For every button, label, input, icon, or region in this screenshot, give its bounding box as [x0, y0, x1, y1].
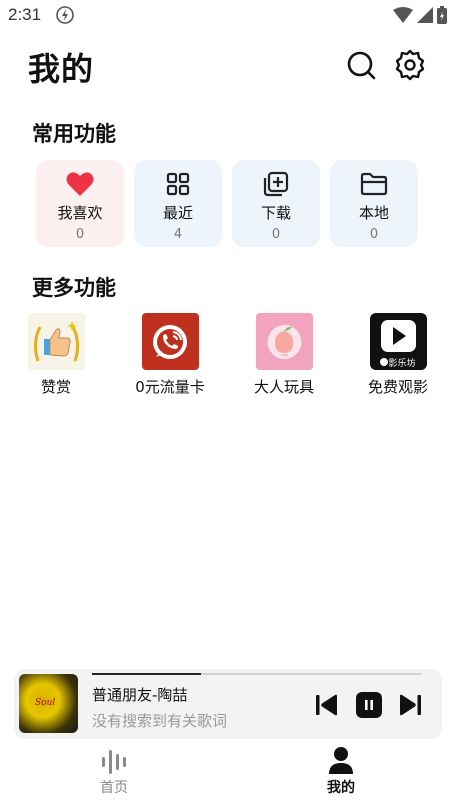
- user-icon: [329, 747, 353, 774]
- more-label: 免费观影: [367, 378, 428, 396]
- more-item-data-card[interactable]: 0元流量卡: [115, 313, 225, 397]
- svg-text:love: love: [281, 353, 287, 357]
- folder-icon: [360, 170, 388, 198]
- peach-icon: love: [255, 313, 313, 370]
- nav-home[interactable]: 首页: [74, 745, 154, 797]
- quick-label: 最近: [162, 204, 193, 222]
- pause-icon: [356, 692, 382, 718]
- lyric-status: 没有搜索到有关歌词: [92, 712, 228, 730]
- page-title: 我的: [28, 50, 95, 88]
- thumbs-up-icon: [27, 313, 85, 370]
- movie-badge: 影乐坊: [388, 359, 416, 369]
- battery-icon: [437, 6, 447, 24]
- quick-count: 0: [271, 227, 281, 242]
- quick-card-local[interactable]: 本地 0: [330, 160, 418, 247]
- quick-count: 0: [75, 227, 85, 242]
- quick-card-favorites[interactable]: 我喜欢 0: [36, 160, 124, 247]
- quick-label: 本地: [358, 204, 389, 222]
- next-button[interactable]: [397, 692, 423, 718]
- nav-mine[interactable]: 我的: [301, 745, 381, 797]
- more-label: 赞赏: [40, 378, 71, 396]
- status-bar: 2:31: [0, 0, 455, 30]
- quick-label: 我喜欢: [57, 204, 103, 222]
- more-item-movies[interactable]: 影乐坊 免费观影: [343, 313, 453, 397]
- cover-text: Soul: [35, 698, 56, 708]
- search-icon: [347, 51, 376, 80]
- song-title: 普通朋友-陶喆: [92, 686, 188, 704]
- status-time: 2:31: [8, 5, 42, 24]
- play-icon: 影乐坊: [369, 313, 427, 370]
- quick-count: 0: [369, 227, 379, 242]
- download-icon: [262, 170, 290, 198]
- bottom-nav: 首页 我的: [0, 745, 455, 808]
- bolt-icon: [56, 6, 74, 24]
- album-cover[interactable]: Soul: [19, 674, 78, 733]
- search-button[interactable]: [344, 48, 378, 82]
- phone-call-icon: [141, 313, 199, 370]
- more-section-title: 更多功能: [32, 276, 116, 300]
- more-item-toys[interactable]: love 大人玩具: [229, 313, 339, 397]
- pause-button[interactable]: [356, 692, 382, 718]
- settings-button[interactable]: [393, 48, 427, 82]
- previous-button[interactable]: [314, 692, 340, 718]
- wave-icon: [102, 750, 126, 774]
- quick-count: 4: [173, 227, 183, 242]
- status-icons: [393, 6, 447, 24]
- nav-label: 首页: [100, 780, 128, 796]
- signal-icon: [417, 7, 433, 23]
- gear-icon: [395, 49, 425, 81]
- common-functions: 我喜欢 0 最近 4 下载 0 本地 0: [36, 160, 418, 247]
- next-icon: [400, 694, 421, 716]
- quick-card-recent[interactable]: 最近 4: [134, 160, 222, 247]
- quick-label: 下载: [260, 204, 291, 222]
- nav-label: 我的: [327, 780, 355, 796]
- heart-icon: [66, 170, 94, 198]
- progress-fill: [92, 673, 201, 675]
- more-label: 大人玩具: [253, 378, 314, 396]
- previous-icon: [316, 694, 337, 716]
- mini-player[interactable]: Soul 普通朋友-陶喆 没有搜索到有关歌词: [14, 669, 442, 739]
- more-item-reward[interactable]: 赞赏: [1, 313, 111, 397]
- more-label: 0元流量卡: [135, 378, 205, 396]
- common-section-title: 常用功能: [32, 122, 116, 146]
- progress-bar[interactable]: [92, 673, 422, 675]
- wifi-icon: [393, 7, 413, 23]
- grid-icon: [164, 170, 192, 198]
- quick-card-download[interactable]: 下载 0: [232, 160, 320, 247]
